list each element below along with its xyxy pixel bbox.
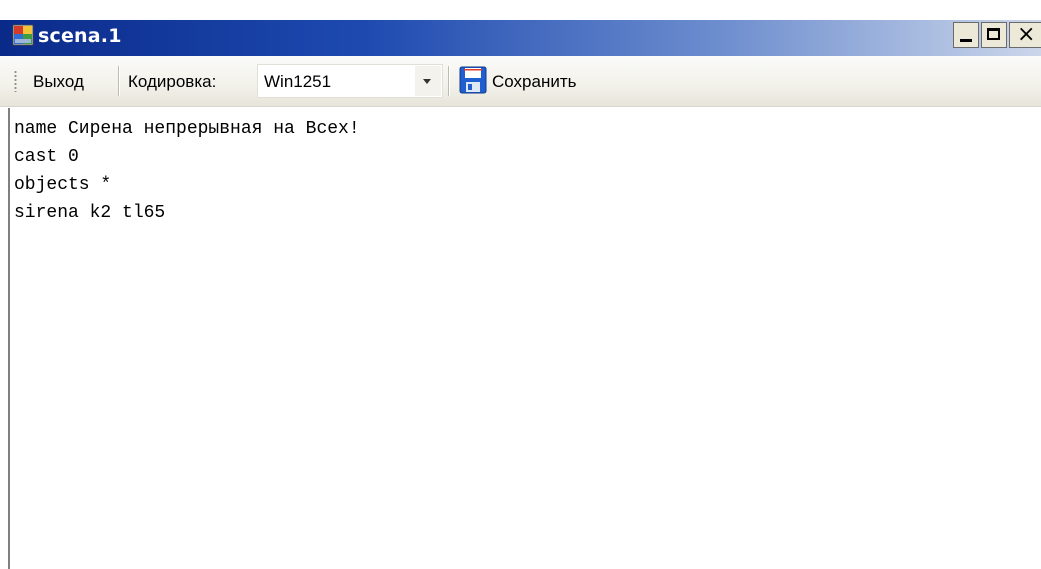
encoding-select[interactable]: Win1251	[257, 64, 443, 98]
floppy-disk-icon[interactable]	[458, 66, 488, 94]
encoding-dropdown-button[interactable]	[415, 66, 441, 96]
toolbar-separator	[118, 66, 119, 96]
toolbar-grip-handle[interactable]	[14, 70, 17, 92]
close-button[interactable]: ×	[1009, 22, 1041, 48]
editor-line: sirena k2 tl65	[14, 203, 166, 223]
chevron-down-icon	[423, 79, 431, 84]
text-editor[interactable]: name Сирена непрерывная на Всех! cast 0 …	[8, 108, 1041, 569]
title-bar-strip	[0, 20, 1041, 56]
minimize-button[interactable]	[953, 22, 979, 48]
encoding-select-value: Win1251	[264, 72, 332, 91]
close-icon: ×	[1017, 22, 1036, 47]
editor-line: name Сирена непрерывная на Всех!	[14, 119, 360, 139]
minimize-icon	[960, 39, 972, 42]
title-bar[interactable]: scena.1 ×	[0, 0, 1041, 56]
app-window-icon[interactable]	[12, 24, 34, 46]
save-button[interactable]: Сохранить	[492, 70, 576, 94]
editor-line: cast 0	[14, 147, 79, 167]
toolbar-separator	[448, 66, 449, 96]
exit-button[interactable]: Выход	[33, 70, 84, 94]
window-title: scena.1	[38, 25, 122, 47]
editor-line: objects *	[14, 175, 112, 195]
encoding-label: Кодировка:	[128, 72, 217, 91]
maximize-icon	[987, 28, 1000, 40]
application-window: scena.1 × Выход Кодировка: Win1251 Сохра…	[0, 0, 1041, 569]
maximize-button[interactable]	[981, 22, 1007, 48]
